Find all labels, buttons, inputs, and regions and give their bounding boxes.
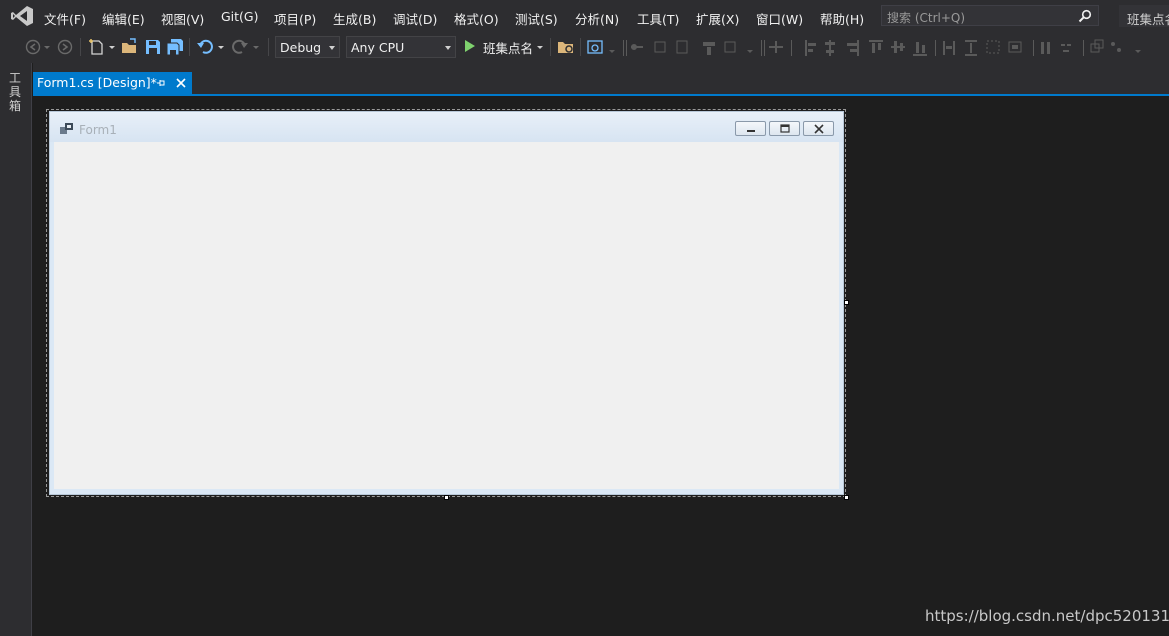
close-icon[interactable] bbox=[175, 77, 187, 89]
menu-analyze[interactable]: 分析(N) bbox=[575, 9, 619, 28]
tab-title: Form1.cs [Design]* bbox=[37, 75, 157, 90]
new-dropdown-icon[interactable] bbox=[107, 38, 117, 56]
menu-help[interactable]: 帮助(H) bbox=[820, 9, 864, 28]
form-close-icon bbox=[814, 124, 824, 134]
search-icon[interactable] bbox=[1078, 9, 1092, 23]
toolbar-separator bbox=[268, 38, 269, 56]
menu-test[interactable]: 测试(S) bbox=[515, 9, 558, 28]
back-icon[interactable] bbox=[24, 38, 42, 56]
run-dropdown-icon[interactable] bbox=[535, 38, 545, 56]
tab-form1-design[interactable]: Form1.cs [Design]* bbox=[33, 72, 192, 94]
toolbar-separator bbox=[550, 38, 551, 56]
search-input[interactable]: 搜索 (Ctrl+Q) bbox=[881, 5, 1099, 26]
designer-form[interactable]: Form1 bbox=[49, 111, 844, 495]
document-tab-strip bbox=[33, 63, 1169, 95]
form-icon bbox=[60, 123, 73, 134]
form-title: Form1 bbox=[79, 123, 117, 137]
platform-select[interactable]: Any CPU bbox=[346, 36, 456, 58]
open-folder-icon[interactable] bbox=[121, 38, 139, 56]
form-client-area[interactable] bbox=[54, 142, 839, 489]
menu-debug[interactable]: 调试(D) bbox=[393, 9, 437, 28]
menu-git[interactable]: Git(G) bbox=[221, 9, 259, 24]
platform-value: Any CPU bbox=[351, 40, 405, 55]
play-icon bbox=[465, 40, 475, 52]
save-all-icon[interactable] bbox=[166, 38, 184, 56]
menu-bar: 文件(F) 编辑(E) 视图(V) Git(G) 项目(P) 生成(B) 调试(… bbox=[0, 0, 1169, 33]
run-label: 班集点名 bbox=[483, 41, 534, 56]
toolbar-separator bbox=[580, 38, 581, 56]
undo-icon[interactable] bbox=[196, 38, 214, 56]
search-placeholder: 搜索 (Ctrl+Q) bbox=[887, 11, 966, 25]
menu-tools[interactable]: 工具(T) bbox=[637, 9, 679, 28]
config-select[interactable]: Debug bbox=[275, 36, 340, 58]
chevron-down-icon bbox=[329, 46, 335, 50]
minimize-icon bbox=[747, 130, 755, 132]
redo-dropdown-icon[interactable] bbox=[251, 38, 261, 56]
save-icon[interactable] bbox=[144, 38, 162, 56]
form-maximize-button[interactable] bbox=[769, 121, 800, 136]
redo-icon[interactable] bbox=[231, 38, 249, 56]
menu-project[interactable]: 项目(P) bbox=[274, 9, 316, 28]
resize-handle-bottom[interactable] bbox=[444, 495, 449, 500]
solution-name-label: 班集点名 bbox=[1127, 12, 1169, 27]
folder-browse-icon[interactable] bbox=[557, 38, 575, 56]
layout-dropdown-icon bbox=[609, 50, 615, 53]
browser-link-icon[interactable] bbox=[587, 38, 605, 56]
form-minimize-button[interactable] bbox=[735, 121, 766, 136]
form-close-button[interactable] bbox=[803, 121, 834, 136]
menu-view[interactable]: 视图(V) bbox=[161, 9, 204, 28]
forward-icon[interactable] bbox=[56, 38, 74, 56]
new-project-icon[interactable] bbox=[88, 38, 106, 56]
back-dropdown-icon[interactable] bbox=[42, 38, 52, 56]
resize-handle-right[interactable] bbox=[844, 300, 849, 305]
form-titlebar[interactable]: Form1 bbox=[50, 112, 843, 142]
resize-handle-bottom-right[interactable] bbox=[844, 495, 849, 500]
menu-window[interactable]: 窗口(W) bbox=[756, 9, 803, 28]
undo-dropdown-icon[interactable] bbox=[216, 38, 226, 56]
menu-extensions[interactable]: 扩展(X) bbox=[696, 9, 739, 28]
menu-build[interactable]: 生成(B) bbox=[333, 9, 376, 28]
pin-icon[interactable] bbox=[156, 78, 166, 88]
config-value: Debug bbox=[280, 40, 322, 55]
toolbar-separator bbox=[80, 38, 81, 56]
toolbox-panel[interactable]: 工具箱 bbox=[0, 63, 32, 636]
maximize-icon bbox=[780, 124, 790, 133]
vs-logo-icon[interactable] bbox=[10, 5, 34, 27]
chevron-down-icon bbox=[445, 46, 451, 50]
layout-toolbar bbox=[609, 39, 1141, 56]
menu-edit[interactable]: 编辑(E) bbox=[102, 9, 145, 28]
menu-file[interactable]: 文件(F) bbox=[44, 9, 86, 28]
watermark-url: https://blog.csdn.net/dpc5201314 bbox=[925, 607, 1169, 625]
menu-format[interactable]: 格式(O) bbox=[454, 9, 499, 28]
solution-name-badge: 班集点名 bbox=[1119, 5, 1169, 27]
toolbar-separator bbox=[189, 38, 190, 56]
toolbox-label[interactable]: 工具箱 bbox=[9, 71, 23, 113]
